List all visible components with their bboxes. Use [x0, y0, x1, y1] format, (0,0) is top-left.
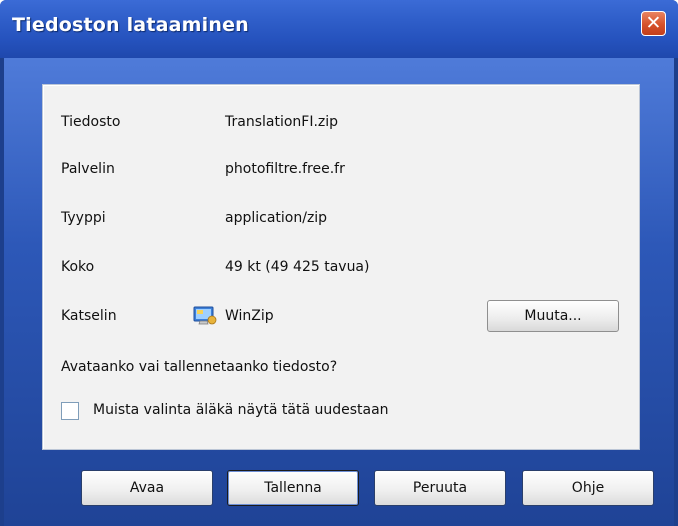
- dialog-title: Tiedoston lataaminen: [12, 14, 249, 36]
- viewer-value: WinZip: [225, 308, 274, 324]
- winzip-icon: [193, 306, 217, 325]
- prompt-question: Avataanko vai tallennetaanko tiedosto?: [61, 359, 338, 375]
- file-label: Tiedosto: [61, 114, 121, 130]
- close-icon: ✕: [645, 12, 662, 34]
- title-bar[interactable]: Tiedoston lataaminen ✕: [0, 0, 678, 58]
- download-dialog: Tiedoston lataaminen ✕ Tiedosto Translat…: [0, 0, 678, 526]
- type-label: Tyyppi: [61, 210, 106, 226]
- remember-choice-label[interactable]: Muista valinta äläkä näytä tätä uudestaa…: [93, 402, 389, 418]
- remember-choice-checkbox[interactable]: [61, 402, 79, 420]
- server-value: photofiltre.free.fr: [225, 161, 345, 177]
- viewer-label: Katselin: [61, 308, 117, 324]
- server-label: Palvelin: [61, 161, 115, 177]
- help-button[interactable]: Ohje: [522, 470, 654, 506]
- type-value: application/zip: [225, 210, 328, 226]
- file-details-panel: Tiedosto TranslationFI.zip Palvelin phot…: [42, 84, 640, 450]
- change-viewer-button[interactable]: Muuta...: [487, 300, 619, 332]
- open-button[interactable]: Avaa: [81, 470, 213, 506]
- cancel-button[interactable]: Peruuta: [374, 470, 506, 506]
- save-button[interactable]: Tallenna: [227, 470, 359, 506]
- size-value: 49 kt (49 425 tavua): [225, 259, 370, 275]
- close-button[interactable]: ✕: [641, 11, 666, 36]
- file-value: TranslationFI.zip: [225, 114, 339, 130]
- size-label: Koko: [61, 259, 95, 275]
